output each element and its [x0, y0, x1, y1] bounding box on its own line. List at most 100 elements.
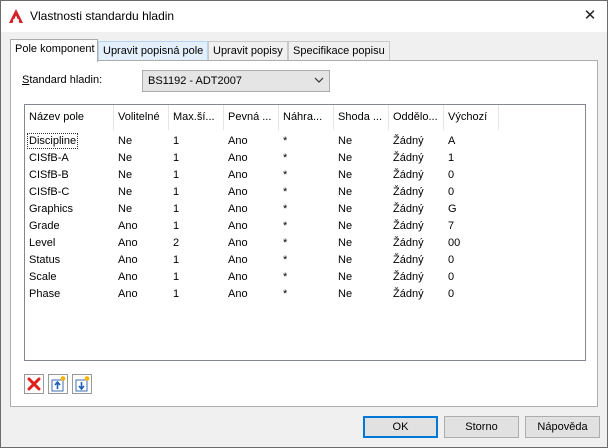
column-header[interactable]: Výchozí	[444, 105, 499, 130]
table-row[interactable]: CISfB-C Ne 1 Ano * Ne Žádný 0	[25, 184, 585, 201]
table-row[interactable]: Status Ano 1 Ano * Ne Žádný 0	[25, 252, 585, 269]
move-up-icon	[51, 376, 66, 392]
table-row[interactable]: Phase Ano 1 Ano * Ne Žádný 0	[25, 286, 585, 303]
table-cell: Ano	[228, 220, 248, 232]
table-cell: *	[283, 220, 288, 232]
table-cell: *	[283, 186, 288, 198]
table-cell: 0	[448, 254, 455, 266]
standard-label-text: tandard hladin:	[29, 74, 103, 86]
table-cell: Ne	[338, 288, 353, 300]
table-cell: *	[283, 203, 288, 215]
table-cell: Ne	[118, 203, 133, 215]
table-cell: 1	[173, 169, 180, 181]
table-cell: Scale	[29, 271, 57, 283]
table-row[interactable]: Discipline Ne 1 Ano * Ne Žádný A	[25, 133, 585, 150]
table-cell: Ano	[118, 220, 138, 232]
table-cell: A	[448, 135, 456, 147]
column-header[interactable]: Náhra...	[279, 105, 334, 130]
column-header[interactable]: Max.ší...	[169, 105, 224, 130]
table-cell: 1	[173, 254, 180, 266]
table-cell: Ano	[228, 152, 248, 164]
table-cell: *	[283, 237, 288, 249]
table-cell: Žádný	[393, 237, 424, 249]
dialog-window: Vlastnosti standardu hladin ✕ Pole kompo…	[0, 0, 608, 448]
table-cell: Ne	[338, 152, 353, 164]
tab-pole-komponent[interactable]: Pole komponent	[10, 39, 98, 62]
table-cell: 0	[448, 288, 455, 300]
table-cell: CISfB-C	[29, 186, 70, 198]
table-cell: Ne	[118, 186, 133, 198]
table-cell: Ne	[118, 152, 133, 164]
table-cell: Ano	[228, 288, 248, 300]
table-cell: 1	[448, 152, 455, 164]
tab-label: Pole komponent	[15, 43, 95, 55]
table-row[interactable]: CISfB-B Ne 1 Ano * Ne Žádný 0	[25, 167, 585, 184]
close-icon: ✕	[583, 7, 597, 24]
ok-button[interactable]: OK	[363, 416, 438, 438]
table-cell: Grade	[29, 220, 60, 232]
table-cell: 0	[448, 186, 455, 198]
title-bar: Vlastnosti standardu hladin ✕	[1, 1, 607, 32]
table-cell: Ne	[338, 203, 353, 215]
table-row[interactable]: Scale Ano 1 Ano * Ne Žádný 0	[25, 269, 585, 286]
autocad-logo-icon	[9, 9, 23, 23]
fields-list[interactable]: Název pole Volitelné Max.ší... Pevná ...…	[24, 104, 586, 361]
tab-upravit-popisy[interactable]: Upravit popisy	[208, 41, 288, 61]
table-cell: 0	[448, 169, 455, 181]
move-down-button[interactable]	[72, 374, 92, 394]
selected-cell-text: Discipline	[27, 133, 79, 149]
table-cell: G	[448, 203, 457, 215]
table-row[interactable]: Level Ano 2 Ano * Ne Žádný 00	[25, 235, 585, 252]
column-header[interactable]: Název pole	[25, 105, 114, 130]
table-cell: *	[283, 271, 288, 283]
window-title: Vlastnosti standardu hladin	[30, 9, 175, 23]
table-row[interactable]: CISfB-A Ne 1 Ano * Ne Žádný 1	[25, 150, 585, 167]
table-cell: 1	[173, 186, 180, 198]
help-button[interactable]: Nápověda	[525, 416, 600, 438]
table-row[interactable]: Graphics Ne 1 Ano * Ne Žádný G	[25, 201, 585, 218]
table-cell: Žádný	[393, 169, 424, 181]
column-header[interactable]: Oddělo...	[389, 105, 444, 130]
table-cell: Ano	[118, 237, 138, 249]
table-cell: Ne	[338, 186, 353, 198]
column-header[interactable]: Shoda ...	[334, 105, 389, 130]
table-cell: *	[283, 135, 288, 147]
table-cell: *	[283, 169, 288, 181]
table-cell: Ne	[118, 135, 133, 147]
table-cell: Ne	[118, 169, 133, 181]
column-header[interactable]: Pevná ...	[224, 105, 279, 130]
tab-specifikace-popisu[interactable]: Specifikace popisu	[288, 41, 390, 61]
table-cell: Ano	[228, 203, 248, 215]
table-cell: *	[283, 152, 288, 164]
move-up-button[interactable]	[48, 374, 68, 394]
table-cell: Ne	[338, 254, 353, 266]
table-cell: Discipline	[25, 133, 79, 150]
table-cell: Phase	[29, 288, 61, 300]
table-cell: Ano	[118, 271, 138, 283]
table-cell: Ano	[118, 254, 138, 266]
close-button[interactable]: ✕	[577, 4, 603, 28]
chevron-down-icon	[314, 77, 324, 83]
table-cell: Žádný	[393, 152, 424, 164]
tab-upravit-popisna-pole[interactable]: Upravit popisná pole	[98, 41, 208, 61]
delete-icon	[27, 377, 41, 391]
table-cell: 1	[173, 135, 180, 147]
standard-select[interactable]: BS1192 - ADT2007	[142, 70, 330, 92]
table-cell: Žádný	[393, 220, 424, 232]
table-cell: 1	[173, 203, 180, 215]
table-cell: Ano	[118, 288, 138, 300]
table-cell: CISfB-B	[29, 169, 69, 181]
table-cell: Žádný	[393, 254, 424, 266]
table-cell: Žádný	[393, 271, 424, 283]
table-cell: Ne	[338, 237, 353, 249]
table-cell: *	[283, 254, 288, 266]
table-cell: Ne	[338, 220, 353, 232]
column-header[interactable]: Volitelné	[114, 105, 169, 130]
table-cell: Graphics	[29, 203, 74, 215]
table-row[interactable]: Grade Ano 1 Ano * Ne Žádný 7	[25, 218, 585, 235]
table-cell: Ano	[228, 254, 248, 266]
cancel-button[interactable]: Storno	[444, 416, 519, 438]
table-cell: Ano	[228, 271, 248, 283]
table-cell: Žádný	[393, 186, 424, 198]
delete-button[interactable]	[24, 374, 44, 394]
